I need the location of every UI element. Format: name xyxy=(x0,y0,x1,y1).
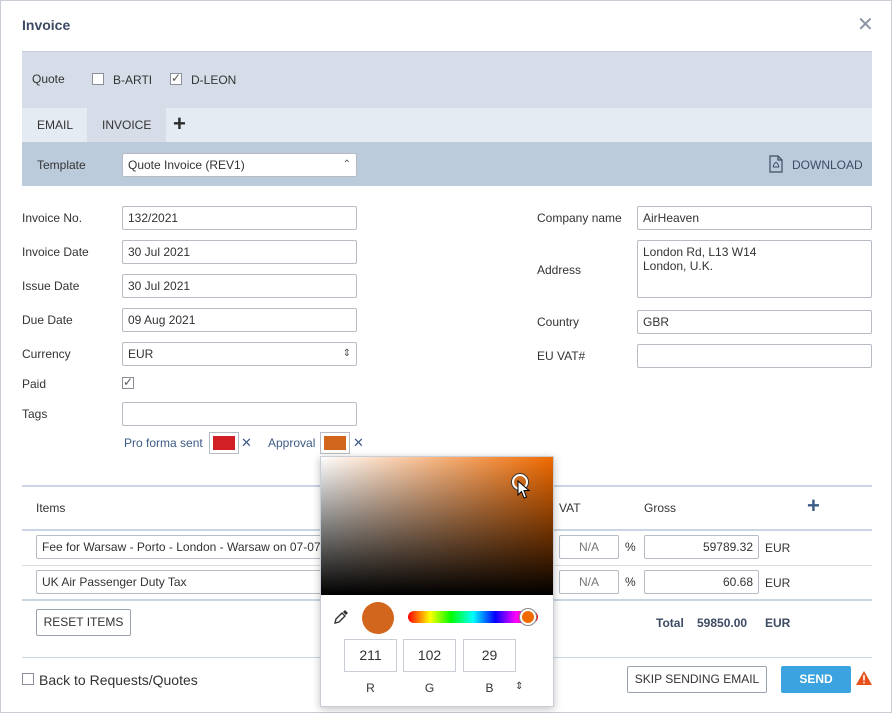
company-name-input[interactable]: AirHeaven xyxy=(637,206,872,230)
green-label: G xyxy=(424,681,435,695)
currency-select[interactable]: EUR ⇕ xyxy=(122,342,357,366)
back-to-requests-label: Back to Requests/Quotes xyxy=(39,672,198,688)
country-input[interactable]: GBR xyxy=(637,310,872,334)
address-textarea[interactable]: London Rd, L13 W14 London, U.K. xyxy=(637,240,872,298)
blue-input[interactable]: 29 xyxy=(463,639,516,672)
pdf-icon xyxy=(769,155,783,173)
green-input[interactable]: 102 xyxy=(403,639,456,672)
invoice-date-input[interactable]: 30 Jul 2021 xyxy=(122,240,357,264)
currency-label: Currency xyxy=(22,347,71,361)
invoice-date-label: Invoice Date xyxy=(22,245,89,259)
country-label: Country xyxy=(537,315,580,329)
item-vat-input[interactable]: N/A xyxy=(559,570,619,594)
percent-sign: % xyxy=(625,540,636,554)
due-date-label: Due Date xyxy=(22,313,73,327)
items-header: Items xyxy=(36,501,66,515)
address-line-1: London Rd, L13 W14 xyxy=(643,245,757,259)
remove-tag-proforma-icon[interactable]: ✕ xyxy=(241,435,252,451)
chevron-updown-icon: ⇕ xyxy=(342,348,351,359)
remove-tag-approval-icon[interactable]: ✕ xyxy=(353,435,364,451)
paid-checkbox[interactable] xyxy=(122,375,134,389)
item-currency: EUR xyxy=(765,576,791,590)
add-tab-icon[interactable]: + xyxy=(173,111,186,137)
color-format-toggle-icon[interactable]: ⇕ xyxy=(515,681,523,692)
back-to-requests-checkbox[interactable] xyxy=(22,673,34,685)
send-button[interactable]: SEND xyxy=(781,666,851,693)
warning-icon xyxy=(856,671,872,685)
total-value: 59850.00 xyxy=(697,616,748,630)
quote-label: Quote xyxy=(32,72,65,86)
currency-value: EUR xyxy=(128,347,154,361)
address-line-2: London, U.K. xyxy=(643,259,714,273)
paid-label: Paid xyxy=(22,377,47,391)
tabs-bar: EMAIL INVOICE + xyxy=(22,108,872,142)
skip-sending-email-button[interactable]: SKIP SENDING EMAIL xyxy=(627,666,767,693)
address-label: Address xyxy=(537,263,582,277)
eu-vat-label: EU VAT# xyxy=(537,349,586,363)
invoice-no-label: Invoice No. xyxy=(22,211,83,225)
issue-date-label: Issue Date xyxy=(22,279,80,293)
tag-approval-color-swatch[interactable] xyxy=(320,432,350,454)
eu-vat-input[interactable] xyxy=(637,344,872,368)
current-color-preview xyxy=(362,602,394,634)
hue-slider-handle[interactable] xyxy=(520,609,536,625)
template-value: Quote Invoice (REV1) xyxy=(128,158,245,172)
invoice-dialog: Invoice ✕ Quote B-ARTI D-LEON EMAIL INVO… xyxy=(0,0,892,713)
hue-slider[interactable] xyxy=(408,611,538,623)
quote-b-arti-checkbox[interactable] xyxy=(92,73,104,85)
item-gross-input[interactable]: 60.68 xyxy=(644,570,759,594)
tag-proforma-color-swatch[interactable] xyxy=(209,432,239,454)
tab-invoice[interactable]: INVOICE xyxy=(87,108,167,142)
total-currency: EUR xyxy=(765,616,791,630)
company-name-label: Company name xyxy=(537,211,622,225)
download-button[interactable]: DOWNLOAD xyxy=(768,155,868,175)
template-bar: Template Quote Invoice (REV1) ⌃ DOWNLOAD xyxy=(22,142,872,186)
mouse-cursor-icon xyxy=(517,480,531,499)
download-label: DOWNLOAD xyxy=(792,158,863,172)
tag-proforma-label: Pro forma sent xyxy=(124,436,203,450)
due-date-input[interactable]: 09 Aug 2021 xyxy=(122,308,357,332)
gross-header: Gross xyxy=(644,501,677,515)
total-label: Total xyxy=(656,616,684,630)
eyedropper-icon[interactable] xyxy=(333,609,349,625)
quote-d-leon-checkbox[interactable] xyxy=(170,71,182,85)
item-name-input[interactable]: UK Air Passenger Duty Tax xyxy=(36,570,336,594)
invoice-no-input[interactable]: 132/2021 xyxy=(122,206,357,230)
item-currency: EUR xyxy=(765,541,791,555)
quote-b-arti-label: B-ARTI xyxy=(113,73,153,87)
red-input[interactable]: 211 xyxy=(344,639,397,672)
add-item-icon[interactable]: + xyxy=(807,493,820,519)
tags-input[interactable] xyxy=(122,402,357,426)
quote-d-leon-label: D-LEON xyxy=(191,73,237,87)
issue-date-input[interactable]: 30 Jul 2021 xyxy=(122,274,357,298)
color-picker-popup: 211 102 29 R G B ⇕ xyxy=(320,456,554,707)
quote-bar: Quote B-ARTI D-LEON xyxy=(22,51,872,108)
tab-email[interactable]: EMAIL xyxy=(22,108,88,142)
item-gross-input[interactable]: 59789.32 xyxy=(644,535,759,559)
close-icon[interactable]: ✕ xyxy=(857,15,874,35)
tag-approval-label: Approval xyxy=(268,436,316,450)
percent-sign: % xyxy=(625,575,636,589)
template-select[interactable]: Quote Invoice (REV1) ⌃ xyxy=(122,153,357,177)
dialog-title: Invoice xyxy=(22,17,71,33)
item-name-input[interactable]: Fee for Warsaw - Porto - London - Warsaw… xyxy=(36,535,336,559)
red-label: R xyxy=(366,681,375,695)
tags-label: Tags xyxy=(22,407,48,421)
chevron-updown-icon: ⌃ xyxy=(342,159,351,170)
template-label: Template xyxy=(37,158,86,172)
blue-label: B xyxy=(485,681,494,695)
reset-items-button[interactable]: RESET ITEMS xyxy=(36,609,131,636)
vat-header: VAT xyxy=(559,501,581,515)
item-vat-input[interactable]: N/A xyxy=(559,535,619,559)
